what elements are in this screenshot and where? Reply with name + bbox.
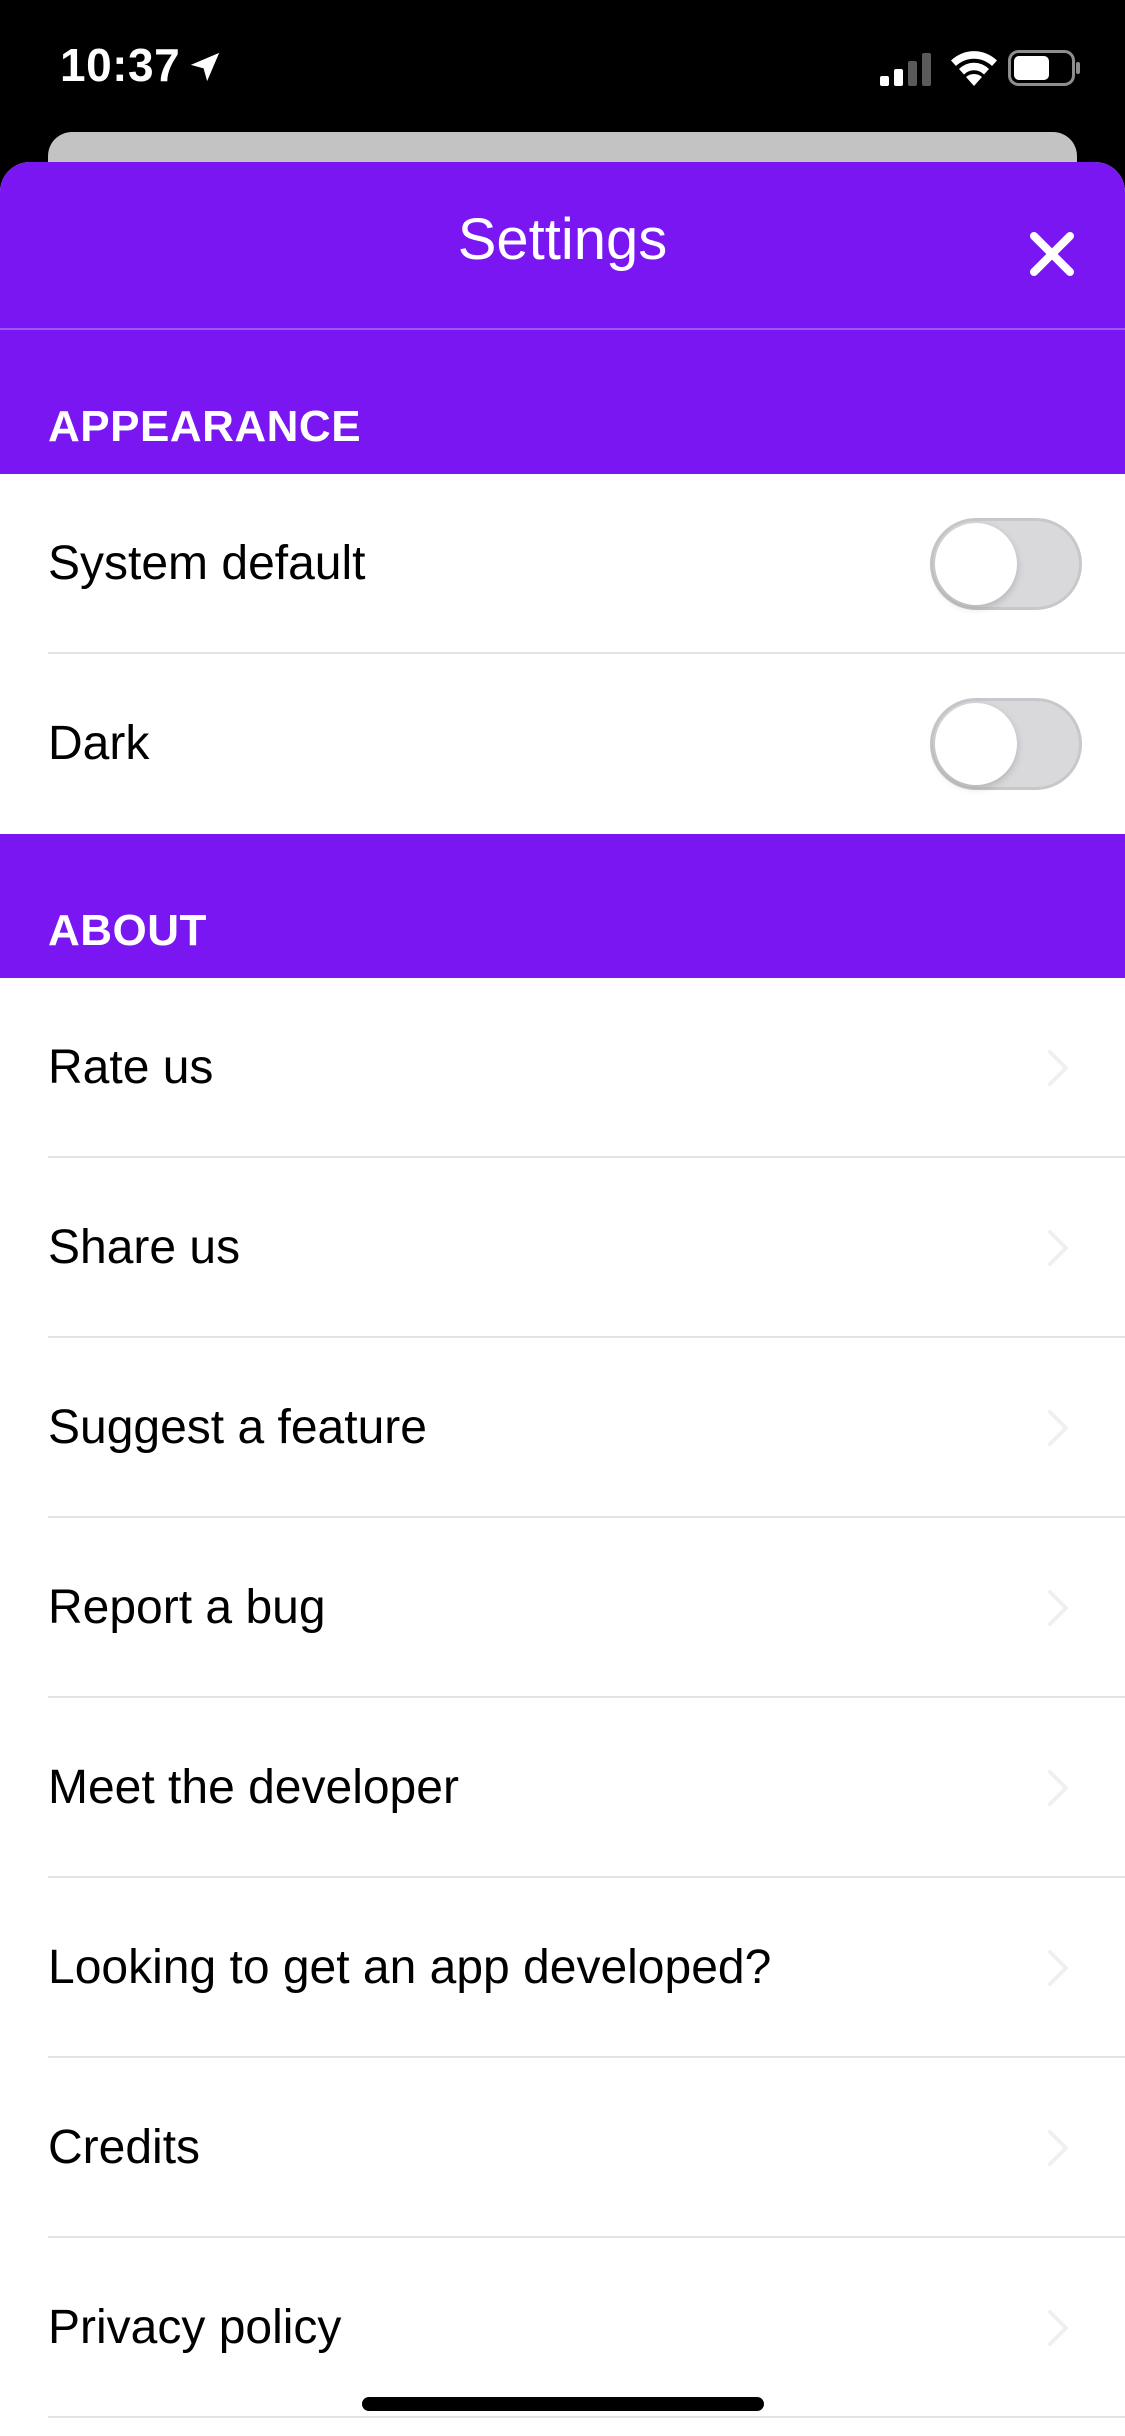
page-title: Settings bbox=[457, 207, 668, 272]
row-app-development[interactable]: Looking to get an app developed? bbox=[0, 1878, 1125, 2058]
chevron-right-icon bbox=[1048, 1590, 1068, 1626]
row-label: Privacy policy bbox=[48, 2301, 342, 2354]
system-default-toggle[interactable] bbox=[930, 518, 1082, 610]
row-suggest-feature[interactable]: Suggest a feature bbox=[0, 1338, 1125, 1518]
row-separator bbox=[48, 2416, 1125, 2418]
row-credits[interactable]: Credits bbox=[0, 2058, 1125, 2238]
wifi-icon bbox=[951, 51, 997, 86]
close-button[interactable] bbox=[1010, 212, 1094, 296]
row-label: Share us bbox=[48, 1221, 241, 1274]
battery-icon bbox=[1008, 50, 1080, 86]
status-bar: 10:37 bbox=[0, 0, 1125, 135]
row-label: Looking to get an app developed? bbox=[48, 1941, 772, 1994]
row-label: System default bbox=[48, 537, 366, 590]
row-label: Dark bbox=[48, 717, 150, 770]
row-system-default[interactable]: System default bbox=[0, 474, 1125, 654]
chevron-right-icon bbox=[1048, 1410, 1068, 1446]
row-rate-us[interactable]: Rate us bbox=[0, 978, 1125, 1158]
navigation-bar: Settings bbox=[0, 162, 1125, 330]
row-meet-developer[interactable]: Meet the developer bbox=[0, 1698, 1125, 1878]
row-report-bug[interactable]: Report a bug bbox=[0, 1518, 1125, 1698]
chevron-right-icon bbox=[1048, 1050, 1068, 1086]
close-icon bbox=[1030, 232, 1074, 276]
toggle-knob bbox=[935, 523, 1017, 605]
row-share-us[interactable]: Share us bbox=[0, 1158, 1125, 1338]
chevron-right-icon bbox=[1048, 2310, 1068, 2346]
section-header-label: APPEARANCE bbox=[48, 402, 362, 451]
chevron-right-icon bbox=[1048, 1230, 1068, 1266]
home-indicator[interactable] bbox=[362, 2397, 764, 2411]
section-header-about: ABOUT bbox=[0, 834, 1125, 978]
row-label: Suggest a feature bbox=[48, 1401, 427, 1454]
dark-mode-toggle[interactable] bbox=[930, 698, 1082, 790]
chevron-right-icon bbox=[1048, 1770, 1068, 1806]
toggle-knob bbox=[935, 703, 1017, 785]
row-label: Meet the developer bbox=[48, 1761, 459, 1814]
status-time: 10:37 bbox=[60, 39, 181, 91]
row-privacy-policy[interactable]: Privacy policy bbox=[0, 2238, 1125, 2418]
row-dark[interactable]: Dark bbox=[0, 654, 1125, 834]
chevron-right-icon bbox=[1048, 1950, 1068, 1986]
location-arrow-icon bbox=[190, 52, 220, 82]
section-header-label: ABOUT bbox=[48, 906, 207, 955]
row-label: Report a bug bbox=[48, 1581, 326, 1634]
row-label: Credits bbox=[48, 2121, 201, 2174]
settings-sheet: Settings APPEARANCE System default Dark … bbox=[0, 162, 1125, 2436]
cellular-signal-icon bbox=[880, 53, 931, 86]
row-label: Rate us bbox=[48, 1041, 214, 1094]
section-header-appearance: APPEARANCE bbox=[0, 330, 1125, 474]
chevron-right-icon bbox=[1048, 2130, 1068, 2166]
